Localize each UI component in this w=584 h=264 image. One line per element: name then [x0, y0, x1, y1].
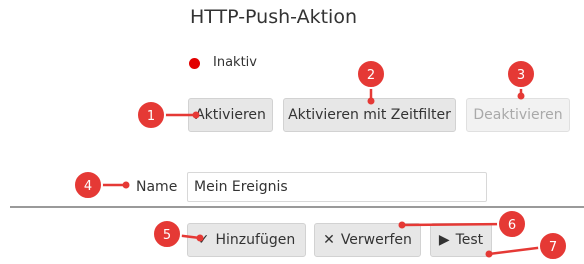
annotation-number-1: 1	[147, 109, 155, 124]
annotation-endpoint-3	[517, 92, 525, 100]
annotation-endpoint-6	[398, 221, 406, 229]
annotation-endpoint-5	[196, 234, 204, 242]
annotation-number-7: 7	[549, 240, 557, 255]
annotation-endpoint-2	[367, 97, 375, 105]
annotation-number-2: 2	[367, 68, 375, 83]
annotation-number-5: 5	[163, 228, 171, 243]
annotation-overlay: 1 2 3 4 5 6 7	[73, 59, 568, 261]
annotation-endpoint-1	[192, 111, 200, 119]
annotation-endpoint-4	[122, 181, 130, 189]
annotation-connector-6	[401, 222, 513, 227]
annotation-number-4: 4	[84, 179, 92, 194]
annotation-endpoint-7	[485, 250, 493, 258]
annotation-number-6: 6	[508, 218, 516, 233]
annotation-number-3: 3	[517, 68, 525, 83]
